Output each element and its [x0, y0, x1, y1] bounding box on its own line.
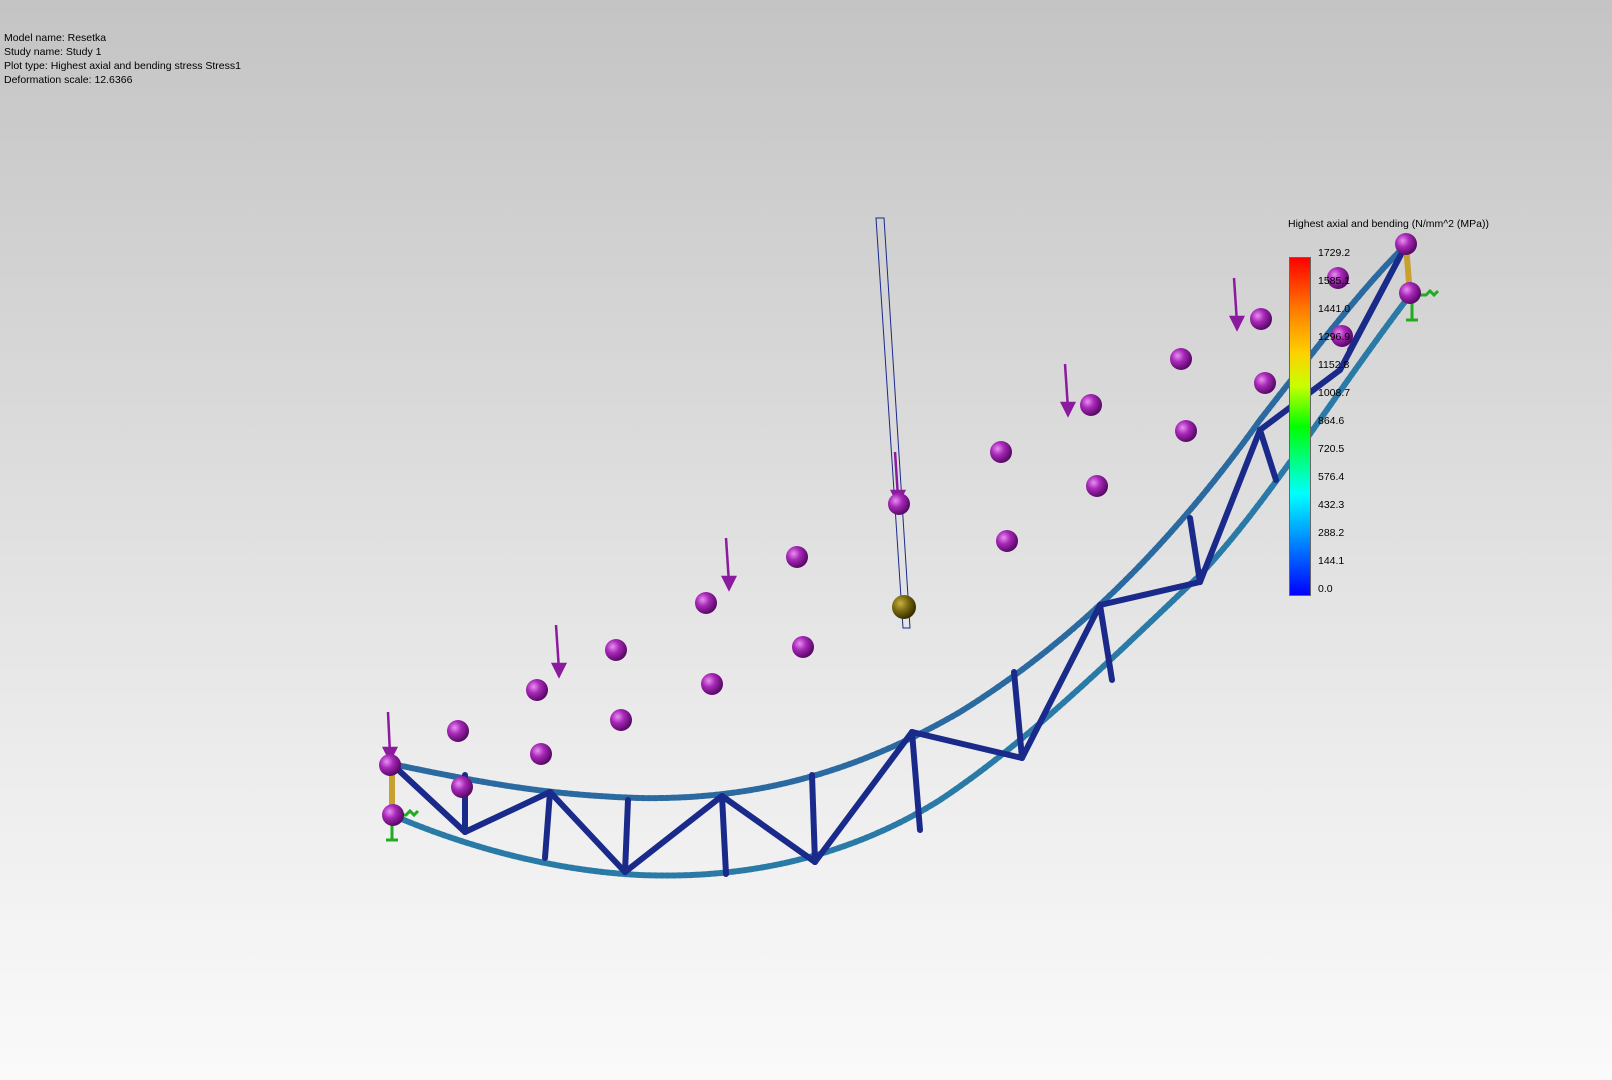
- load-marker: [1080, 394, 1102, 416]
- load-arrow: [381, 711, 399, 763]
- load-marker: [1175, 420, 1197, 442]
- legend-tick: 1585.1: [1318, 275, 1351, 287]
- load-marker: [786, 546, 808, 568]
- legend-title: Highest axial and bending (N/mm^2 (MPa)): [1288, 218, 1490, 230]
- load-marker: [792, 636, 814, 658]
- graphics-viewport[interactable]: [0, 0, 1612, 1080]
- legend-tick: 1152.8: [1318, 359, 1350, 371]
- legend-tick: 144.1: [1318, 555, 1345, 567]
- legend-tick: 1296.9: [1318, 331, 1351, 343]
- load-marker: [695, 592, 717, 614]
- load-marker: [888, 493, 910, 515]
- load-arrow: [550, 624, 568, 679]
- load-marker: [1395, 233, 1417, 255]
- load-marker: [1170, 348, 1192, 370]
- legend-tick: 1729.2: [1318, 247, 1351, 259]
- legend-tick: 432.3: [1318, 499, 1345, 511]
- load-markers[interactable]: [379, 233, 1421, 826]
- load-marker: [526, 679, 548, 701]
- load-arrow: [1059, 363, 1077, 418]
- legend-tick: 0.0: [1318, 583, 1333, 595]
- truss-web-members: [389, 242, 1409, 877]
- load-marker: [996, 530, 1018, 552]
- load-marker: [451, 776, 473, 798]
- load-marker: [605, 639, 627, 661]
- legend-tick: 288.2: [1318, 527, 1345, 539]
- legend-color-bar: [1289, 257, 1311, 596]
- load-arrows: [381, 277, 1246, 763]
- truss-chords: [389, 242, 1413, 879]
- load-marker: [382, 804, 404, 826]
- load-marker: [701, 673, 723, 695]
- load-marker: [990, 441, 1012, 463]
- load-marker: [1399, 282, 1421, 304]
- load-arrow: [720, 537, 738, 592]
- legend-tick: 1008.7: [1318, 387, 1351, 399]
- load-marker: [379, 754, 401, 776]
- load-marker: [1086, 475, 1108, 497]
- load-marker: [610, 709, 632, 731]
- legend-tick: 720.5: [1318, 443, 1345, 455]
- load-marker: [447, 720, 469, 742]
- legend-tick: 864.6: [1318, 415, 1345, 427]
- top-chord: [389, 242, 1409, 802]
- selected-node: [892, 595, 916, 619]
- load-marker: [1254, 372, 1276, 394]
- legend-tick: 1441.0: [1318, 303, 1351, 315]
- load-marker: [530, 743, 552, 765]
- legend-tick: 576.4: [1318, 471, 1345, 483]
- load-arrow: [1228, 277, 1246, 332]
- load-marker: [1250, 308, 1272, 330]
- probe-bar[interactable]: [875, 217, 911, 629]
